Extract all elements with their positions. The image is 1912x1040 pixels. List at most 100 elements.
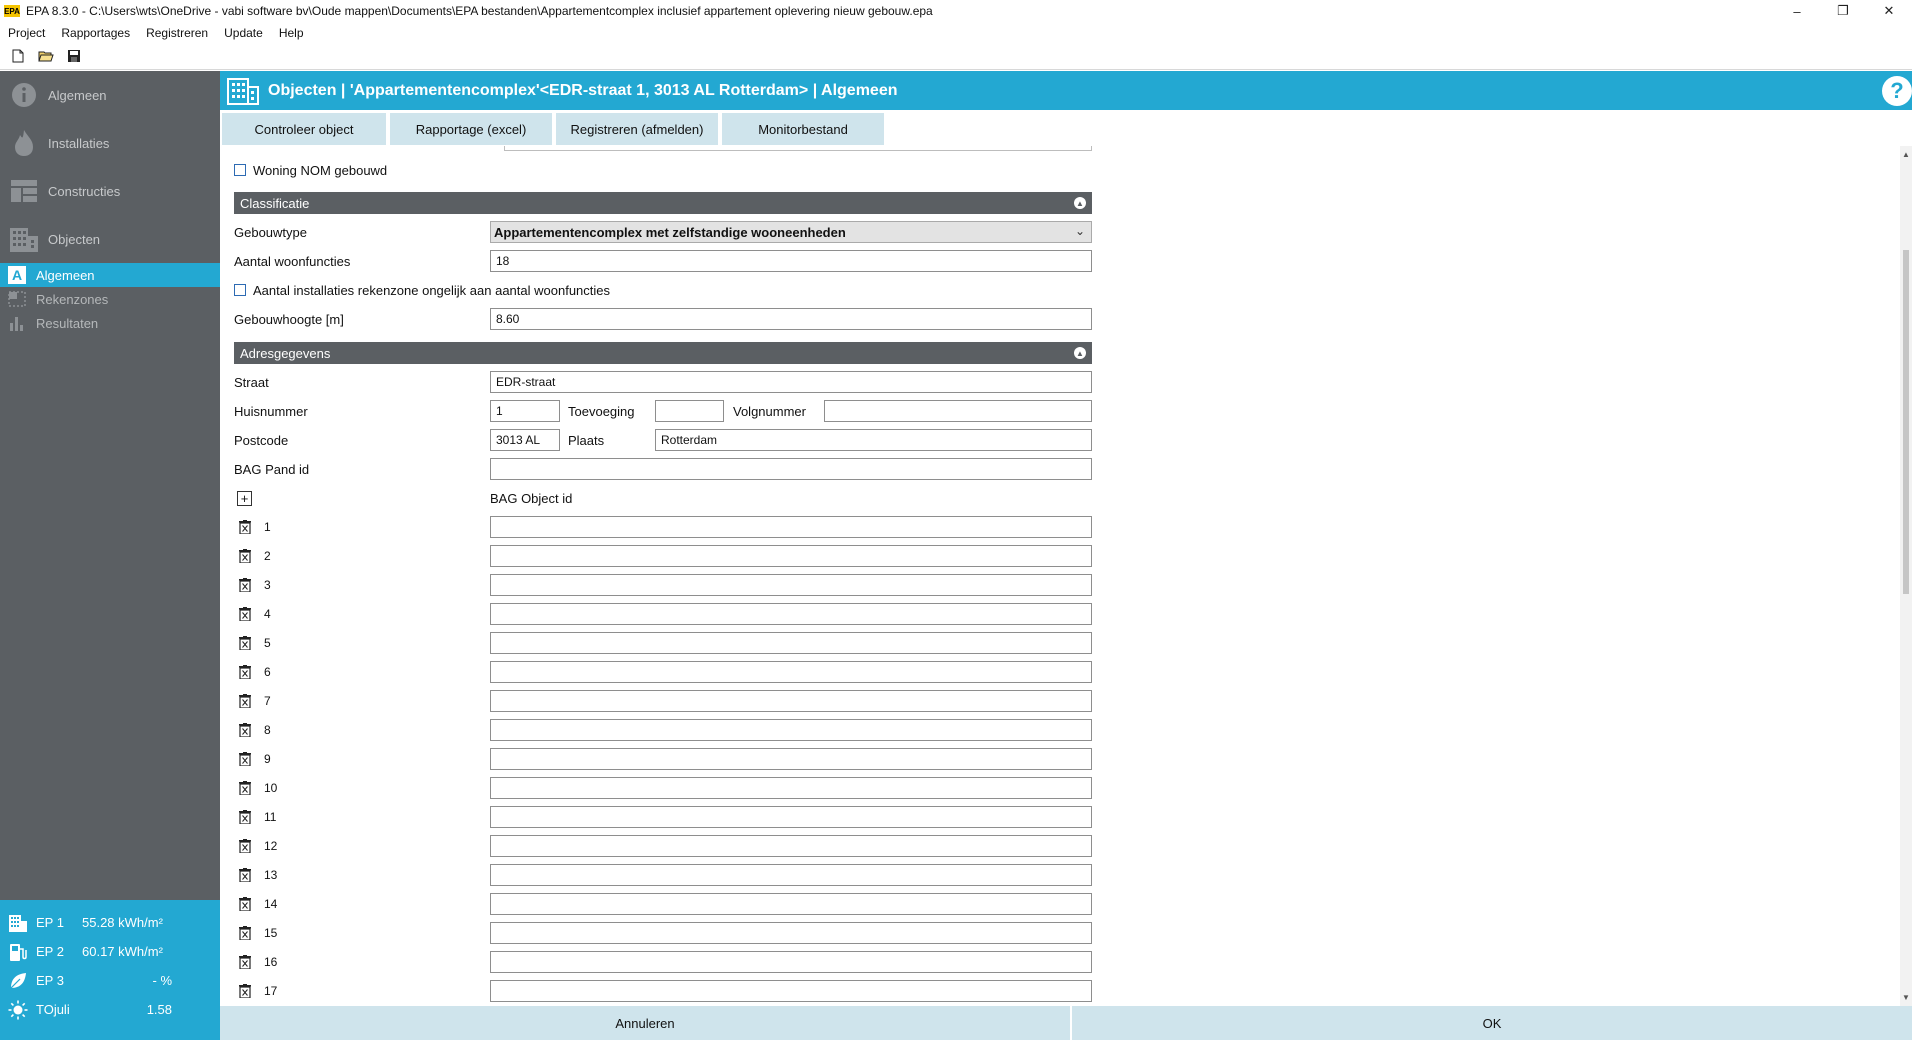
sun-icon bbox=[8, 1000, 28, 1020]
bag-object-input[interactable] bbox=[490, 545, 1092, 567]
restore-button[interactable]: ❐ bbox=[1820, 0, 1866, 22]
bag-object-row: 12 bbox=[234, 834, 1092, 858]
sidebar-item-installaties[interactable]: Installaties bbox=[0, 119, 220, 167]
delete-icon[interactable] bbox=[239, 781, 251, 796]
sidebar-item-label: Algemeen bbox=[48, 87, 107, 103]
sidebar-item-label: Objecten bbox=[48, 231, 101, 247]
tab-monitorbestand[interactable]: Monitorbestand bbox=[722, 113, 884, 145]
woonfuncties-input[interactable]: 18 bbox=[490, 250, 1092, 272]
toevoeging-input[interactable] bbox=[655, 400, 724, 422]
bag-object-input[interactable] bbox=[490, 893, 1092, 915]
collapse-icon[interactable]: ▲ bbox=[1074, 347, 1086, 359]
delete-icon[interactable] bbox=[239, 694, 251, 709]
bag-object-input[interactable] bbox=[490, 661, 1092, 683]
delete-icon[interactable] bbox=[239, 520, 251, 535]
ok-button[interactable]: OK bbox=[1072, 1006, 1912, 1040]
bag-object-number: 15 bbox=[264, 926, 278, 940]
bag-object-input[interactable] bbox=[490, 632, 1092, 654]
sidebar-item-constructies[interactable]: Constructies bbox=[0, 167, 220, 215]
bag-object-input[interactable] bbox=[490, 574, 1092, 596]
sidebar-subitem-algemeen[interactable]: A Algemeen bbox=[0, 263, 220, 287]
toevoeging-label: Toevoeging bbox=[568, 403, 635, 419]
bag-object-input[interactable] bbox=[490, 603, 1092, 625]
installaties-checkbox[interactable] bbox=[234, 284, 246, 296]
delete-icon[interactable] bbox=[239, 665, 251, 680]
menu-update[interactable]: Update bbox=[216, 26, 271, 40]
straat-input[interactable]: EDR-straat bbox=[490, 371, 1092, 393]
section-adresgegevens[interactable]: Adresgegevens ▲ bbox=[234, 342, 1092, 364]
bag-object-row: 9 bbox=[234, 747, 1092, 771]
sidebar-subitem-resultaten[interactable]: Resultaten bbox=[0, 311, 220, 335]
delete-icon[interactable] bbox=[239, 752, 251, 767]
letter-a-icon: A bbox=[8, 266, 26, 284]
close-button[interactable]: ✕ bbox=[1866, 0, 1912, 22]
save-disk-icon[interactable] bbox=[66, 48, 82, 64]
delete-icon[interactable] bbox=[239, 955, 251, 970]
bag-pand-input[interactable] bbox=[490, 458, 1092, 480]
bag-object-number: 11 bbox=[264, 810, 277, 824]
bag-object-input[interactable] bbox=[490, 806, 1092, 828]
collapse-icon[interactable]: ▲ bbox=[1074, 197, 1086, 209]
delete-icon[interactable] bbox=[239, 723, 251, 738]
delete-icon[interactable] bbox=[239, 636, 251, 651]
sidebar-subitem-label: Algemeen bbox=[36, 267, 95, 283]
sidebar-item-algemeen[interactable]: Algemeen bbox=[0, 71, 220, 119]
bag-object-input[interactable] bbox=[490, 777, 1092, 799]
delete-icon[interactable] bbox=[239, 578, 251, 593]
bag-object-input[interactable] bbox=[490, 516, 1092, 538]
menu-help[interactable]: Help bbox=[271, 26, 312, 40]
menu-rapportages[interactable]: Rapportages bbox=[53, 26, 138, 40]
minimize-button[interactable]: – bbox=[1774, 0, 1820, 22]
bag-object-row: 7 bbox=[234, 689, 1092, 713]
plaats-input[interactable]: Rotterdam bbox=[655, 429, 1092, 451]
sidebar-item-objecten[interactable]: Objecten bbox=[0, 215, 220, 263]
scroll-down-icon[interactable]: ▼ bbox=[1902, 993, 1910, 1002]
delete-icon[interactable] bbox=[239, 926, 251, 941]
menu-registreren[interactable]: Registreren bbox=[138, 26, 216, 40]
bag-object-row: 2 bbox=[234, 544, 1092, 568]
gebouwhoogte-input[interactable]: 8.60 bbox=[490, 308, 1092, 330]
bag-object-input[interactable] bbox=[490, 835, 1092, 857]
fuel-pump-icon bbox=[8, 942, 28, 962]
bag-object-input[interactable] bbox=[490, 864, 1092, 886]
delete-icon[interactable] bbox=[239, 810, 251, 825]
woning-nom-checkbox[interactable] bbox=[234, 164, 246, 176]
scrollbar-thumb[interactable] bbox=[1903, 250, 1909, 594]
cancel-button[interactable]: Annuleren bbox=[220, 1006, 1070, 1040]
new-file-icon[interactable] bbox=[10, 48, 26, 64]
menu-project[interactable]: Project bbox=[0, 26, 53, 40]
tab-rapportage-excel[interactable]: Rapportage (excel) bbox=[390, 113, 552, 145]
bag-object-input[interactable] bbox=[490, 951, 1092, 973]
postcode-input[interactable]: 3013 AL bbox=[490, 429, 560, 451]
add-icon[interactable]: + bbox=[237, 490, 252, 506]
scroll-up-icon[interactable]: ▲ bbox=[1902, 150, 1910, 159]
delete-icon[interactable] bbox=[239, 839, 251, 854]
tab-controleer-object[interactable]: Controleer object bbox=[222, 113, 386, 145]
bag-object-input[interactable] bbox=[490, 748, 1092, 770]
section-classificatie[interactable]: Classificatie ▲ bbox=[234, 192, 1092, 214]
bag-object-input[interactable] bbox=[490, 980, 1092, 1002]
tab-registreren-afmelden[interactable]: Registreren (afmelden) bbox=[556, 113, 718, 145]
result-value: 60.17 kWh/m² bbox=[82, 944, 163, 959]
delete-icon[interactable] bbox=[239, 868, 251, 883]
sidebar-subitem-rekenzones[interactable]: Rekenzones bbox=[0, 287, 220, 311]
scrollbar[interactable]: ▲ ▼ bbox=[1900, 146, 1912, 1006]
help-icon[interactable]: ? bbox=[1882, 76, 1912, 106]
delete-icon[interactable] bbox=[239, 897, 251, 912]
bag-object-header-row: + BAG Object id bbox=[234, 486, 1092, 510]
volgnummer-input[interactable] bbox=[824, 400, 1092, 422]
open-folder-icon[interactable] bbox=[38, 48, 54, 64]
window-title: EPA 8.3.0 - C:\Users\wts\OneDrive - vabi… bbox=[26, 4, 933, 18]
leaf-icon bbox=[8, 971, 28, 991]
gebouwtype-select[interactable]: Appartementencomplex met zelfstandige wo… bbox=[490, 221, 1092, 243]
clipped-field bbox=[504, 146, 1092, 151]
bag-object-input[interactable] bbox=[490, 719, 1092, 741]
bag-object-row: 10 bbox=[234, 776, 1092, 800]
bag-object-input[interactable] bbox=[490, 922, 1092, 944]
delete-icon[interactable] bbox=[239, 984, 251, 999]
delete-icon[interactable] bbox=[239, 607, 251, 622]
bag-object-input[interactable] bbox=[490, 690, 1092, 712]
volgnummer-label: Volgnummer bbox=[733, 403, 806, 419]
huisnummer-input[interactable]: 1 bbox=[490, 400, 560, 422]
delete-icon[interactable] bbox=[239, 549, 251, 564]
